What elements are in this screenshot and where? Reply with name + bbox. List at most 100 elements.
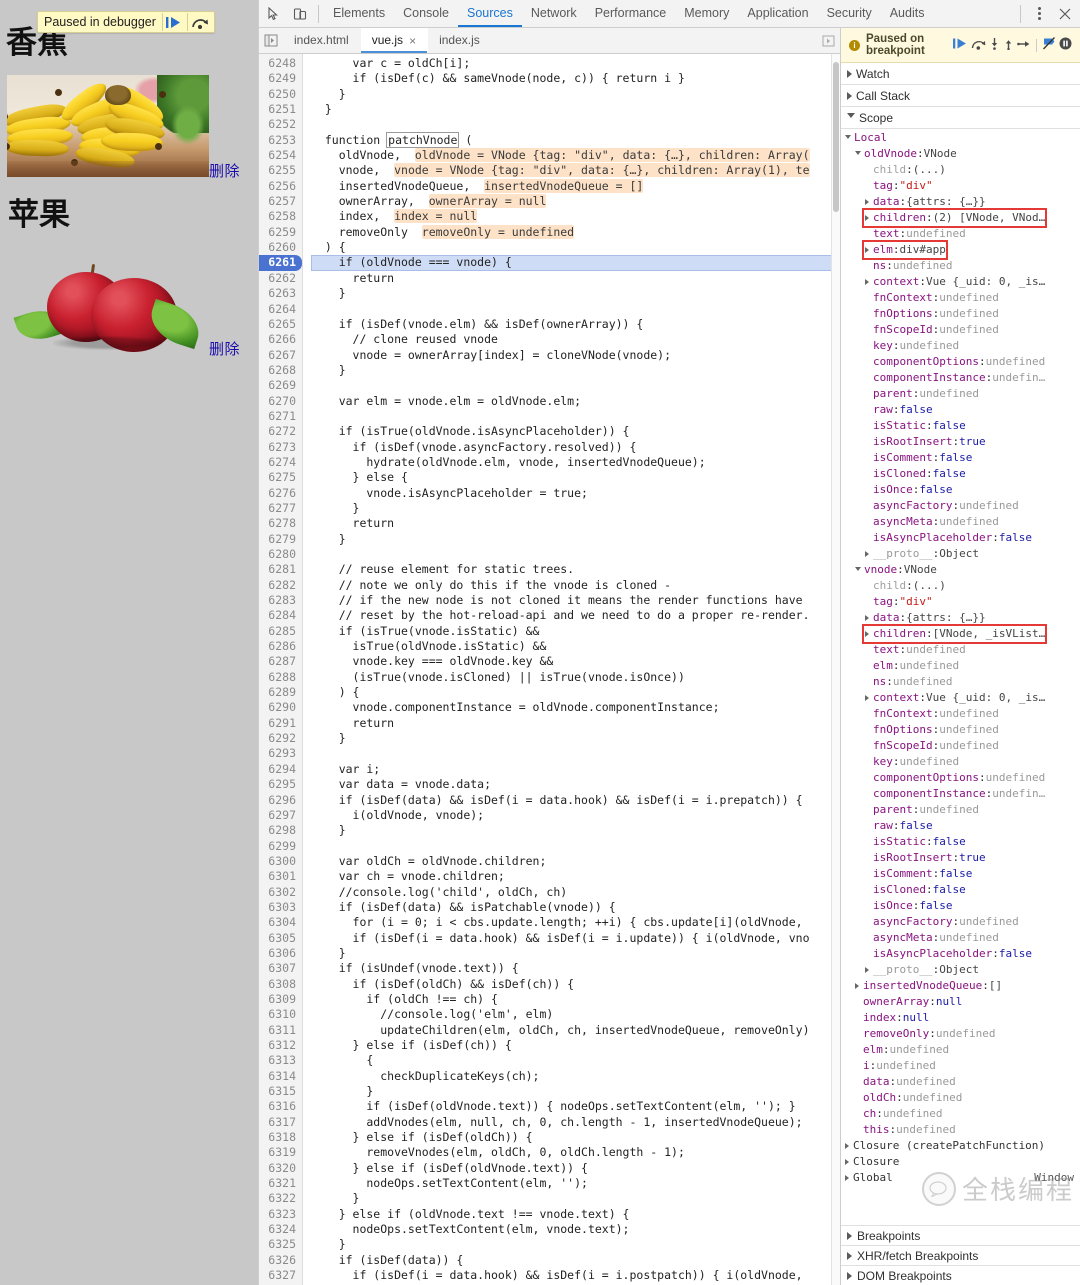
- scope-row[interactable]: isStatic: false: [841, 834, 1080, 850]
- scope-row[interactable]: data: {attrs: {…}}: [841, 610, 1080, 626]
- scope-section-header[interactable]: Scope: [841, 107, 1080, 129]
- line-number[interactable]: 6278: [259, 516, 302, 531]
- line-number[interactable]: 6248: [259, 56, 302, 71]
- resume-script-execution-icon[interactable]: [953, 38, 968, 53]
- line-number[interactable]: 6313: [259, 1053, 302, 1068]
- line-number[interactable]: 6316: [259, 1099, 302, 1114]
- line-number[interactable]: 6283: [259, 593, 302, 608]
- scope-row[interactable]: i: undefined: [841, 1058, 1080, 1074]
- scope-row[interactable]: elm: undefined: [841, 1042, 1080, 1058]
- line-number[interactable]: 6320: [259, 1161, 302, 1176]
- line-number[interactable]: 6287: [259, 654, 302, 669]
- tab-network[interactable]: Network: [522, 0, 586, 27]
- line-number[interactable]: 6285: [259, 624, 302, 639]
- scope-row[interactable]: asyncMeta: undefined: [841, 514, 1080, 530]
- scope-row[interactable]: parent: undefined: [841, 386, 1080, 402]
- chevron-right-icon[interactable]: [845, 1159, 849, 1165]
- close-icon[interactable]: ×: [409, 35, 416, 47]
- scope-row[interactable]: fnContext: undefined: [841, 706, 1080, 722]
- scope-row[interactable]: isAsyncPlaceholder: false: [841, 530, 1080, 546]
- line-number[interactable]: 6305: [259, 931, 302, 946]
- scope-row[interactable]: asyncFactory: undefined: [841, 914, 1080, 930]
- scope-row[interactable]: isCloned: false: [841, 882, 1080, 898]
- line-number[interactable]: 6284: [259, 608, 302, 623]
- scope-row[interactable]: tag: "div": [841, 594, 1080, 610]
- line-number[interactable]: 6302: [259, 885, 302, 900]
- line-number[interactable]: 6294: [259, 762, 302, 777]
- line-number[interactable]: 6309: [259, 992, 302, 1007]
- scope-row[interactable]: data: undefined: [841, 1074, 1080, 1090]
- line-number[interactable]: 6281: [259, 562, 302, 577]
- tab-memory[interactable]: Memory: [675, 0, 738, 27]
- line-number[interactable]: 6307: [259, 961, 302, 976]
- line-number[interactable]: 6303: [259, 900, 302, 915]
- line-number[interactable]: 6324: [259, 1222, 302, 1237]
- code-editor[interactable]: 6248 6249 6250 6251 6252 6253 6254 6255 6256 6257…: [259, 54, 840, 1285]
- pause-on-exceptions-icon[interactable]: [1059, 37, 1072, 53]
- line-number[interactable]: 6290: [259, 700, 302, 715]
- tab-audits[interactable]: Audits: [881, 0, 934, 27]
- scope-row[interactable]: Closure (createPatchFunction): [841, 1138, 1080, 1154]
- inspect-element-icon[interactable]: [261, 1, 287, 27]
- xhr-fetch-breakpoints-section-header[interactable]: XHR/fetch Breakpoints: [841, 1245, 1080, 1265]
- line-number[interactable]: 6256: [259, 179, 302, 194]
- chevron-right-icon[interactable]: [865, 279, 869, 285]
- chevron-right-icon[interactable]: [865, 615, 869, 621]
- line-number[interactable]: 6279: [259, 532, 302, 547]
- scope-row[interactable]: child: (...): [841, 578, 1080, 594]
- line-number[interactable]: 6258: [259, 209, 302, 224]
- scope-row[interactable]: raw: false: [841, 402, 1080, 418]
- file-tab-vue-js[interactable]: vue.js ×: [360, 28, 429, 53]
- line-number[interactable]: 6257: [259, 194, 302, 209]
- line-number[interactable]: 6319: [259, 1145, 302, 1160]
- deactivate-breakpoints-icon[interactable]: [1042, 37, 1056, 53]
- chevron-right-icon[interactable]: [865, 695, 869, 701]
- scope-row[interactable]: children: (2) [VNode, VNod…: [841, 208, 1080, 228]
- scope-row[interactable]: Global Window: [841, 1170, 1080, 1186]
- scope-row[interactable]: componentOptions: undefined: [841, 770, 1080, 786]
- line-number[interactable]: 6286: [259, 639, 302, 654]
- chevron-down-icon[interactable]: [855, 566, 861, 574]
- scope-row[interactable]: data: {attrs: {…}}: [841, 194, 1080, 210]
- scrollbar-thumb[interactable]: [833, 62, 839, 212]
- step-over-next-function-call-icon[interactable]: [971, 38, 986, 53]
- close-devtools-icon[interactable]: [1052, 1, 1078, 27]
- line-number[interactable]: 6317: [259, 1115, 302, 1130]
- scope-row[interactable]: removeOnly: undefined: [841, 1026, 1080, 1042]
- step-icon[interactable]: [1017, 38, 1031, 53]
- line-number[interactable]: 6255: [259, 163, 302, 178]
- breakpoints-section-header[interactable]: Breakpoints: [841, 1225, 1080, 1245]
- scope-row[interactable]: index: null: [841, 1010, 1080, 1026]
- scope-row[interactable]: componentOptions: undefined: [841, 354, 1080, 370]
- line-number[interactable]: 6280: [259, 547, 302, 562]
- line-number[interactable]: 6312: [259, 1038, 302, 1053]
- line-number[interactable]: 6259: [259, 225, 302, 240]
- scope-row[interactable]: asyncFactory: undefined: [841, 498, 1080, 514]
- chevron-down-icon[interactable]: [855, 150, 861, 158]
- chevron-down-icon[interactable]: [845, 134, 851, 142]
- step-into-next-function-call-icon[interactable]: [989, 37, 1000, 53]
- line-number[interactable]: 6266: [259, 332, 302, 347]
- chevron-right-icon[interactable]: [865, 967, 869, 973]
- line-number[interactable]: 6298: [259, 823, 302, 838]
- line-number[interactable]: 6262: [259, 271, 302, 286]
- line-number[interactable]: 6327: [259, 1268, 302, 1283]
- line-number[interactable]: 6260: [259, 240, 302, 255]
- scope-row[interactable]: isOnce: false: [841, 898, 1080, 914]
- scope-row[interactable]: child: (...): [841, 162, 1080, 178]
- line-number[interactable]: 6318: [259, 1130, 302, 1145]
- line-number[interactable]: 6267: [259, 348, 302, 363]
- code-content[interactable]: var c = oldCh[i]; if (isDef(c) && sameVn…: [303, 54, 840, 1285]
- scope-row[interactable]: ch: undefined: [841, 1106, 1080, 1122]
- scope-row[interactable]: isRootInsert: true: [841, 434, 1080, 450]
- line-number[interactable]: 6274: [259, 455, 302, 470]
- tab-performance[interactable]: Performance: [586, 0, 676, 27]
- scope-row[interactable]: ns: undefined: [841, 674, 1080, 690]
- scope-row[interactable]: insertedVnodeQueue: []: [841, 978, 1080, 994]
- show-navigator-icon[interactable]: [259, 29, 283, 53]
- line-number[interactable]: 6261: [259, 255, 302, 271]
- tab-security[interactable]: Security: [818, 0, 881, 27]
- watch-section-header[interactable]: Watch: [841, 63, 1080, 85]
- line-number[interactable]: 6268: [259, 363, 302, 378]
- line-number[interactable]: 6301: [259, 869, 302, 884]
